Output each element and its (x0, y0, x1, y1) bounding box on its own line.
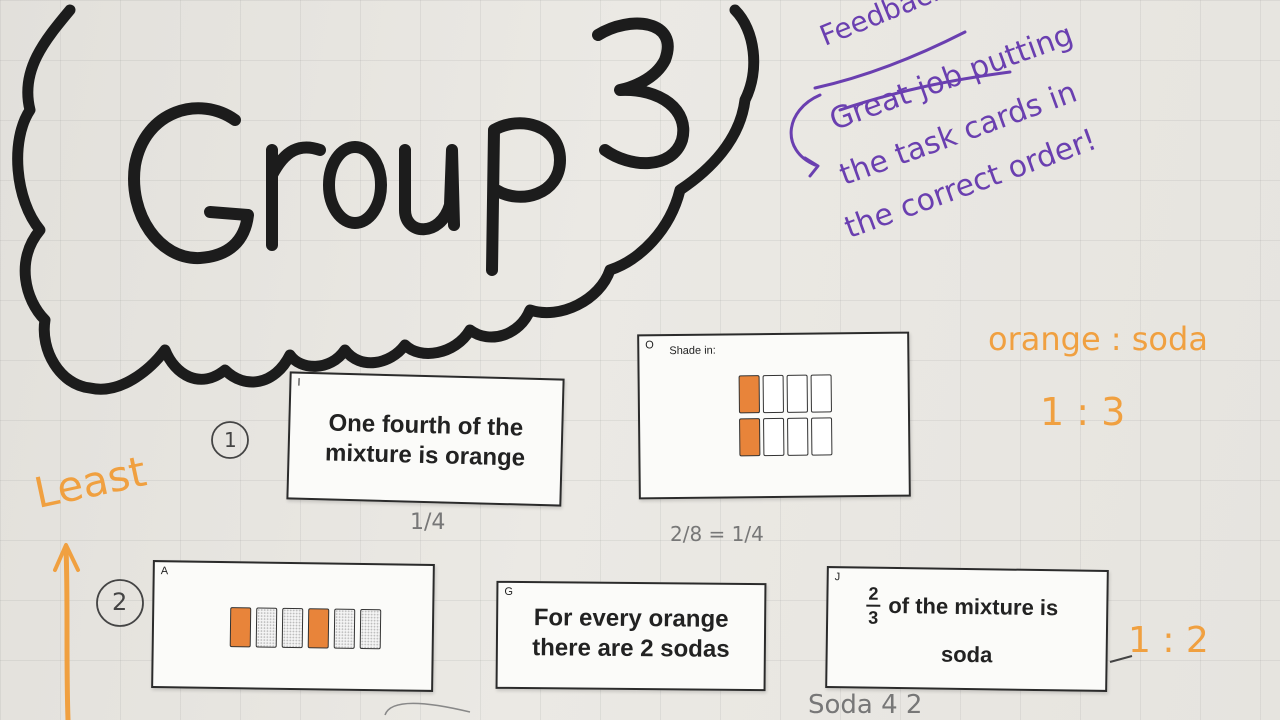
grid-cell (787, 417, 809, 456)
card-g-line-2: there are 2 sodas (532, 634, 730, 663)
order-arrow-line (63, 545, 71, 720)
soda-cup (281, 607, 304, 649)
orange-cup (229, 607, 252, 648)
task-card-j: J 2 3 of the mixture is soda (825, 566, 1109, 692)
task-card-i: I One fourth of the mixture is orange (286, 371, 565, 507)
pencil-note-bottom: Soda 4 2 (808, 690, 923, 720)
step-number-1: 1 (224, 428, 237, 452)
shade-in-label: Shade in: (669, 344, 716, 358)
grid-cell (763, 417, 785, 457)
soda-cup (255, 607, 278, 648)
card-letter: G (504, 585, 513, 598)
card-letter: J (834, 571, 841, 584)
fraction-numerator: 2 (866, 584, 881, 607)
cloud-outline (12, 4, 760, 395)
letter-u (399, 144, 460, 236)
card-j-line-1: of the mixture is (888, 592, 1059, 621)
card-j-content: 2 3 of the mixture is (866, 584, 1059, 630)
bottom-pencil-line (384, 702, 471, 716)
task-card-a: A (151, 560, 435, 692)
orange-cup (307, 608, 330, 649)
feedback-arrow (789, 93, 822, 178)
grid-cell (810, 374, 832, 413)
card-letter: I (297, 376, 301, 389)
shade-grid (738, 374, 840, 461)
fraction: 2 3 (866, 584, 881, 628)
grid-cell (811, 417, 833, 456)
letter-o (323, 141, 387, 229)
grid-cell-shaded (738, 375, 760, 414)
letter-g (128, 102, 254, 265)
soda-cup (359, 608, 382, 650)
card-i-line-2: mixture is orange (324, 439, 526, 472)
card-letter: O (645, 339, 654, 352)
card-j-line-2: soda (940, 641, 993, 668)
grid-cell-shaded (739, 418, 761, 457)
ratio-value: 1 : 3 (1040, 390, 1126, 434)
letter-r (266, 141, 326, 251)
soda-cups (229, 607, 391, 651)
task-card-g: G For every orange there are 2 sodas (495, 580, 767, 692)
grid-cell (762, 374, 784, 414)
ratio-header: orange : soda (988, 320, 1208, 358)
task-card-o: O Shade in: (637, 331, 911, 500)
step-number-2: 2 (112, 588, 128, 616)
pencil-note-under-o: 2/8 = 1/4 (670, 522, 764, 546)
letter-p (486, 117, 566, 276)
card-g-line-1: For every orange (533, 604, 729, 633)
soda-cup (333, 608, 356, 649)
pencil-note-under-i: 1/4 (410, 510, 446, 535)
card-letter: A (160, 565, 169, 578)
grid-cell (786, 374, 808, 413)
fraction-denominator: 3 (868, 607, 879, 628)
digit-3 (592, 17, 690, 170)
ratio-right-note: 1 : 2 (1128, 620, 1209, 661)
